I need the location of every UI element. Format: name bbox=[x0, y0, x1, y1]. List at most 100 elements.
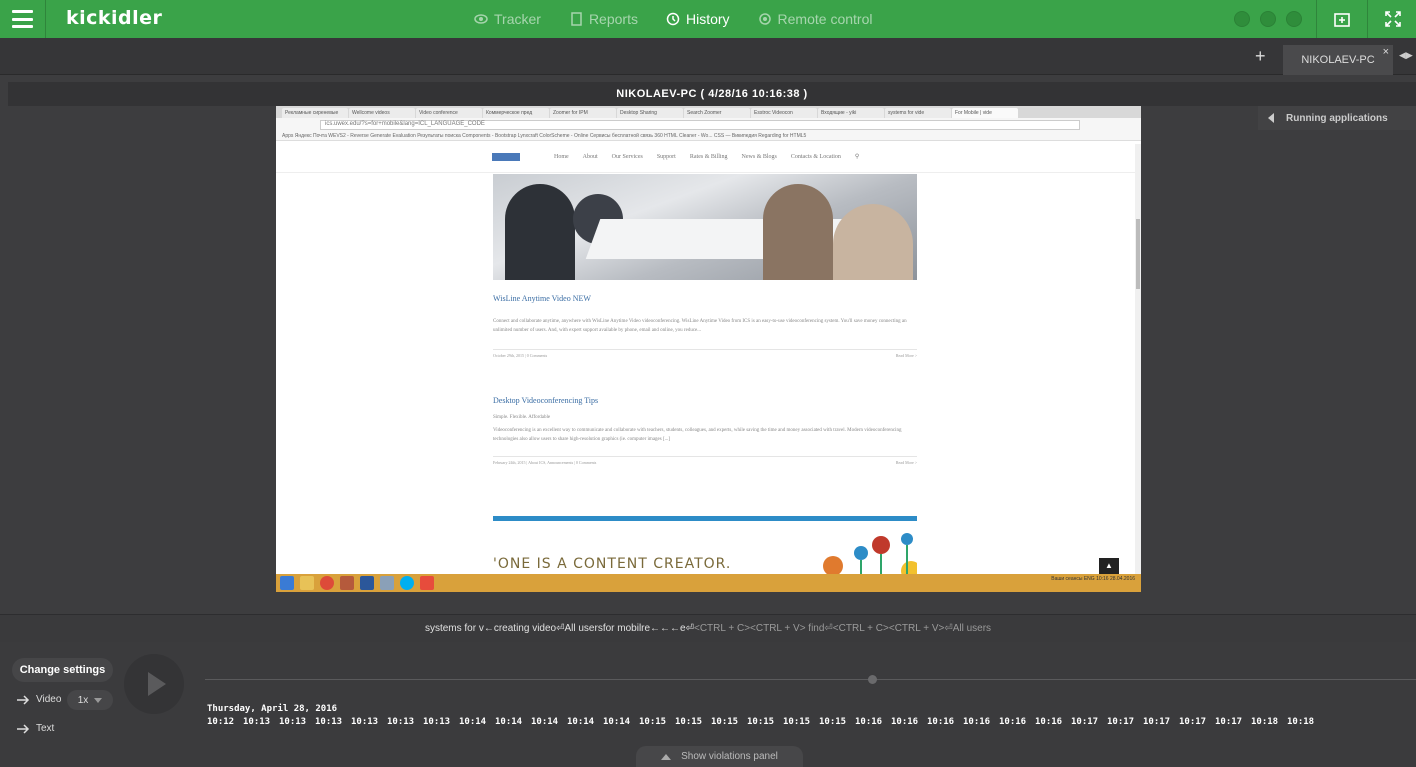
app-icon bbox=[340, 576, 354, 590]
timeline-time: 10:13 bbox=[423, 717, 451, 727]
main-nav: Tracker Reports History Remote control bbox=[474, 0, 872, 38]
browser-tab: Входящие - yiki bbox=[818, 108, 884, 118]
change-settings-button[interactable]: Change settings bbox=[12, 658, 113, 682]
history-clock-icon bbox=[666, 12, 680, 26]
chevron-down-icon bbox=[94, 697, 103, 703]
banner-divider bbox=[493, 516, 917, 521]
session-title: NIKOLAEV-PC ( 4/28/16 10:16:38 ) bbox=[8, 82, 1416, 106]
arrow-right-icon bbox=[17, 694, 30, 705]
article-title: WisLine Anytime Video NEW bbox=[493, 294, 591, 303]
browser-tab-active: For Mobile | vide bbox=[952, 108, 1018, 118]
browser-tab: Esstroc Videocon bbox=[751, 108, 817, 118]
add-tab-button[interactable]: + bbox=[1255, 46, 1266, 67]
fullscreen-icon bbox=[1385, 11, 1401, 27]
website-nav-item: Contacts & Location bbox=[790, 153, 841, 160]
nav-tracker[interactable]: Tracker bbox=[474, 11, 541, 27]
chevron-up-icon bbox=[661, 753, 672, 760]
website-nav-item: Support bbox=[656, 153, 676, 160]
browser-address-bar: ics.uwex.edu/?s=for+mobile&lang=ICL_LANG… bbox=[276, 118, 1141, 131]
kickidler-logo: kickidler bbox=[66, 7, 163, 29]
browser-tab: Video conference bbox=[416, 108, 482, 118]
timeline-time: 10:16 bbox=[963, 717, 991, 727]
menu-icon[interactable] bbox=[12, 10, 33, 28]
nav-history[interactable]: History bbox=[666, 11, 730, 27]
timeline-time: 10:17 bbox=[1107, 717, 1135, 727]
nav-remote-control-label: Remote control bbox=[777, 11, 873, 27]
speed-select[interactable]: 1x bbox=[67, 690, 113, 710]
timeline-time: 10:15 bbox=[747, 717, 775, 727]
remote-icon bbox=[758, 13, 771, 25]
show-violations-button[interactable]: Show violations panel bbox=[636, 746, 803, 767]
article-1: WisLine Anytime Video NEW Connect and co… bbox=[493, 294, 917, 358]
top-right-tools bbox=[1234, 0, 1404, 38]
status-indicator bbox=[1286, 11, 1302, 27]
video-mode-label: Video bbox=[36, 694, 62, 705]
typed-keystrokes: systems for v←creating video⏎All usersfo… bbox=[424, 623, 694, 634]
nav-reports[interactable]: Reports bbox=[569, 11, 638, 27]
timeline-times: 10:12 10:13 10:13 10:13 10:13 10:13 10:1… bbox=[207, 717, 1323, 727]
timeline-time: 10:15 bbox=[819, 717, 847, 727]
timeline-time: 10:13 bbox=[315, 717, 343, 727]
website-nav-item: Our Services bbox=[611, 153, 643, 160]
browser-tab: Рекламные сиреневые bbox=[282, 108, 348, 118]
text-mode-label: Text bbox=[36, 723, 55, 734]
timeline-time: 10:13 bbox=[243, 717, 271, 727]
browser-tab: Desktop Sharing bbox=[617, 108, 683, 118]
nav-tracker-label: Tracker bbox=[494, 11, 541, 27]
divider bbox=[1316, 0, 1317, 38]
windows-taskbar: Ваши сеансы ENG 10:16 28.04.2016 bbox=[276, 574, 1141, 592]
timeline-time: 10:17 bbox=[1179, 717, 1207, 727]
video-mode-toggle[interactable]: Video bbox=[16, 694, 61, 705]
fullscreen-button[interactable] bbox=[1382, 8, 1404, 30]
scroll-top-icon: ▲ bbox=[1099, 558, 1119, 574]
timeline-time: 10:18 bbox=[1251, 717, 1279, 727]
timeline-time: 10:16 bbox=[891, 717, 919, 727]
running-applications-toggle[interactable]: Running applications bbox=[1258, 106, 1416, 130]
play-button[interactable] bbox=[124, 654, 184, 714]
chevron-left-icon bbox=[1268, 113, 1274, 123]
tab-scroll-arrows[interactable]: ◀▶ bbox=[1399, 50, 1413, 61]
timeline-time: 10:12 bbox=[207, 717, 235, 727]
timeline-handle[interactable] bbox=[868, 675, 878, 684]
timeline-time: 10:18 bbox=[1287, 717, 1315, 727]
speed-value: 1x bbox=[77, 694, 89, 706]
close-tab-icon[interactable]: × bbox=[1383, 46, 1389, 58]
browser-tab: Search Zoomer bbox=[684, 108, 750, 118]
article-2: Desktop Videoconferencing Tips Simple. F… bbox=[493, 396, 917, 465]
timeline-time: 10:14 bbox=[567, 717, 595, 727]
play-icon bbox=[148, 672, 166, 696]
timeline-time: 10:15 bbox=[711, 717, 739, 727]
timeline-time: 10:14 bbox=[495, 717, 523, 727]
arrow-right-icon bbox=[17, 723, 30, 734]
top-bar: kickidler Tracker Reports History Remote… bbox=[0, 0, 1416, 38]
timeline-track[interactable] bbox=[205, 679, 1416, 680]
browser-tab: systems for vide bbox=[885, 108, 951, 118]
read-more-link: Read More > bbox=[895, 460, 917, 465]
new-window-icon bbox=[1334, 13, 1350, 27]
tab-bar: + NIKOLAEV-PC × ◀▶ bbox=[0, 38, 1416, 75]
running-applications-label: Running applications bbox=[1286, 112, 1388, 124]
article-date: October 29th, 2015 | 0 Comments bbox=[493, 353, 548, 358]
website-nav-item: News & Blogs bbox=[741, 153, 777, 160]
website-nav-item: About bbox=[582, 153, 598, 160]
tab-nikolaev-pc[interactable]: NIKOLAEV-PC × bbox=[1283, 45, 1393, 75]
read-more-link: Read More > bbox=[895, 353, 917, 358]
windows-start-icon bbox=[280, 576, 294, 590]
recorded-screen: Рекламные сиреневые Wellcome videos Vide… bbox=[276, 106, 1141, 592]
playback-controls: Change settings Video 1x Text Thursday, … bbox=[0, 642, 1416, 767]
article-meta: October 29th, 2015 | 0 Comments Read Mor… bbox=[493, 349, 917, 358]
nav-remote-control[interactable]: Remote control bbox=[758, 11, 873, 27]
divider bbox=[1367, 0, 1368, 38]
banner-heading: 'ONE IS A CONTENT CREATOR. bbox=[493, 556, 732, 572]
document-icon bbox=[571, 12, 582, 26]
text-mode-toggle[interactable]: Text bbox=[16, 723, 54, 734]
upcoming-keystrokes: <CTRL + C><CTRL + V> find⏎<CTRL + C><CTR… bbox=[694, 623, 992, 634]
status-indicator bbox=[1234, 11, 1250, 27]
new-window-button[interactable] bbox=[1331, 8, 1353, 30]
nav-history-label: History bbox=[685, 11, 730, 27]
timeline-time: 10:17 bbox=[1143, 717, 1171, 727]
hero-image bbox=[493, 174, 917, 280]
browser-tab: Zoomer for IPM bbox=[550, 108, 616, 118]
page-scrollbar bbox=[1135, 144, 1141, 574]
browser-tab: Wellcome videos bbox=[349, 108, 415, 118]
